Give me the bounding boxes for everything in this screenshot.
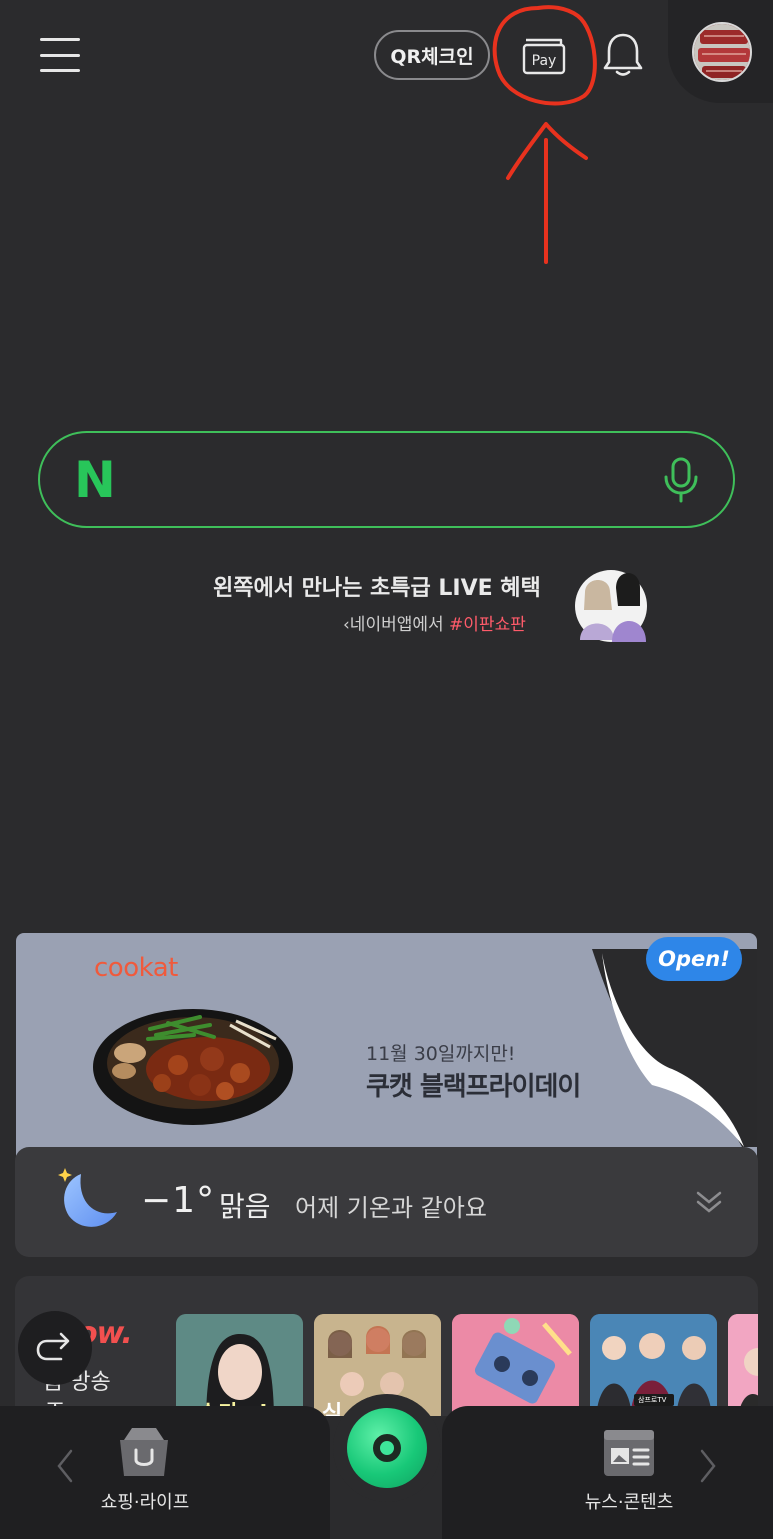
weather-description: 어제 기온과 같아요 [295,1194,487,1222]
thumbnail-caption: 심 [322,1402,343,1416]
green-dot-button[interactable] [333,1394,441,1502]
menu-button[interactable] [40,38,80,72]
now-thumbnail[interactable] [452,1314,579,1416]
weather-card[interactable]: −1° 맑음 어제 기온과 같아요 [15,1147,758,1257]
menu-line [40,69,80,72]
thumbnail-caption: 삼프로TV [638,1396,667,1404]
green-dot-center [373,1434,401,1462]
qr-checkin-button[interactable]: QR체크인 [374,30,490,80]
cookat-logo: cookat [94,953,178,983]
shopping-bag-icon [120,1428,168,1476]
redo-arrow-icon [36,1332,70,1361]
banner-date: 11월 30일까지만! [366,1043,516,1065]
search-bar[interactable]: N [38,431,735,528]
now-thumbnail[interactable]: 슈가.zip [176,1314,303,1416]
chevron-right-icon[interactable] [698,1448,718,1484]
cookat-ad-banner[interactable]: cookat 11월 30일까지만! 쿠캣 블랙프라이데이 Open! [16,933,757,1163]
promo-subtitle: ‹네이버앱에서 #이판쇼판 [343,610,526,635]
menu-line [40,53,80,57]
profile-avatar[interactable] [692,22,752,82]
thumbnail-image [728,1314,758,1416]
now-thumbnail[interactable] [728,1314,758,1416]
temperature: −1° [141,1180,216,1221]
promo-characters-illustration [575,570,647,642]
microphone-icon[interactable] [659,455,703,505]
pay-button[interactable]: Pay [521,34,567,76]
return-button[interactable] [18,1311,92,1385]
menu-line [40,38,80,41]
pay-wallet-icon: Pay [522,38,566,75]
naver-logo: N [74,450,116,509]
promo-hashtag: #이판쇼판 [449,615,526,635]
pay-label: Pay [532,53,557,69]
food-dish-image [93,1009,293,1125]
search-input[interactable] [128,449,659,510]
green-dot-icon [347,1408,427,1488]
tab-news-label: 뉴스·콘텐츠 [584,1492,674,1513]
tab-shopping-life[interactable]: 쇼핑·라이프 [96,1424,194,1524]
banner-title: 쿠캣 블랙프라이데이 [366,1072,581,1102]
promo-sub-prefix: ‹네이버앱에서 [343,615,450,635]
double-chevron-down-icon[interactable] [695,1189,723,1215]
promo-title: 왼쪽에서 만나는 초특급 LIVE 혜택 [213,576,541,601]
now-thumbnail[interactable]: 삼프로TV [590,1314,717,1416]
newspaper-icon [604,1430,654,1476]
bell-icon [603,33,643,76]
tab-shopping-label: 쇼핑·라이프 [100,1492,190,1513]
thumbnail-image [452,1314,579,1416]
tab-news-content[interactable]: 뉴스·콘텐츠 [580,1424,678,1524]
chevron-left-icon[interactable] [55,1448,75,1484]
moon-icon [58,1168,117,1227]
open-badge: Open! [646,937,742,981]
weather-condition: 맑음 [219,1190,271,1223]
notification-button[interactable] [600,30,646,78]
